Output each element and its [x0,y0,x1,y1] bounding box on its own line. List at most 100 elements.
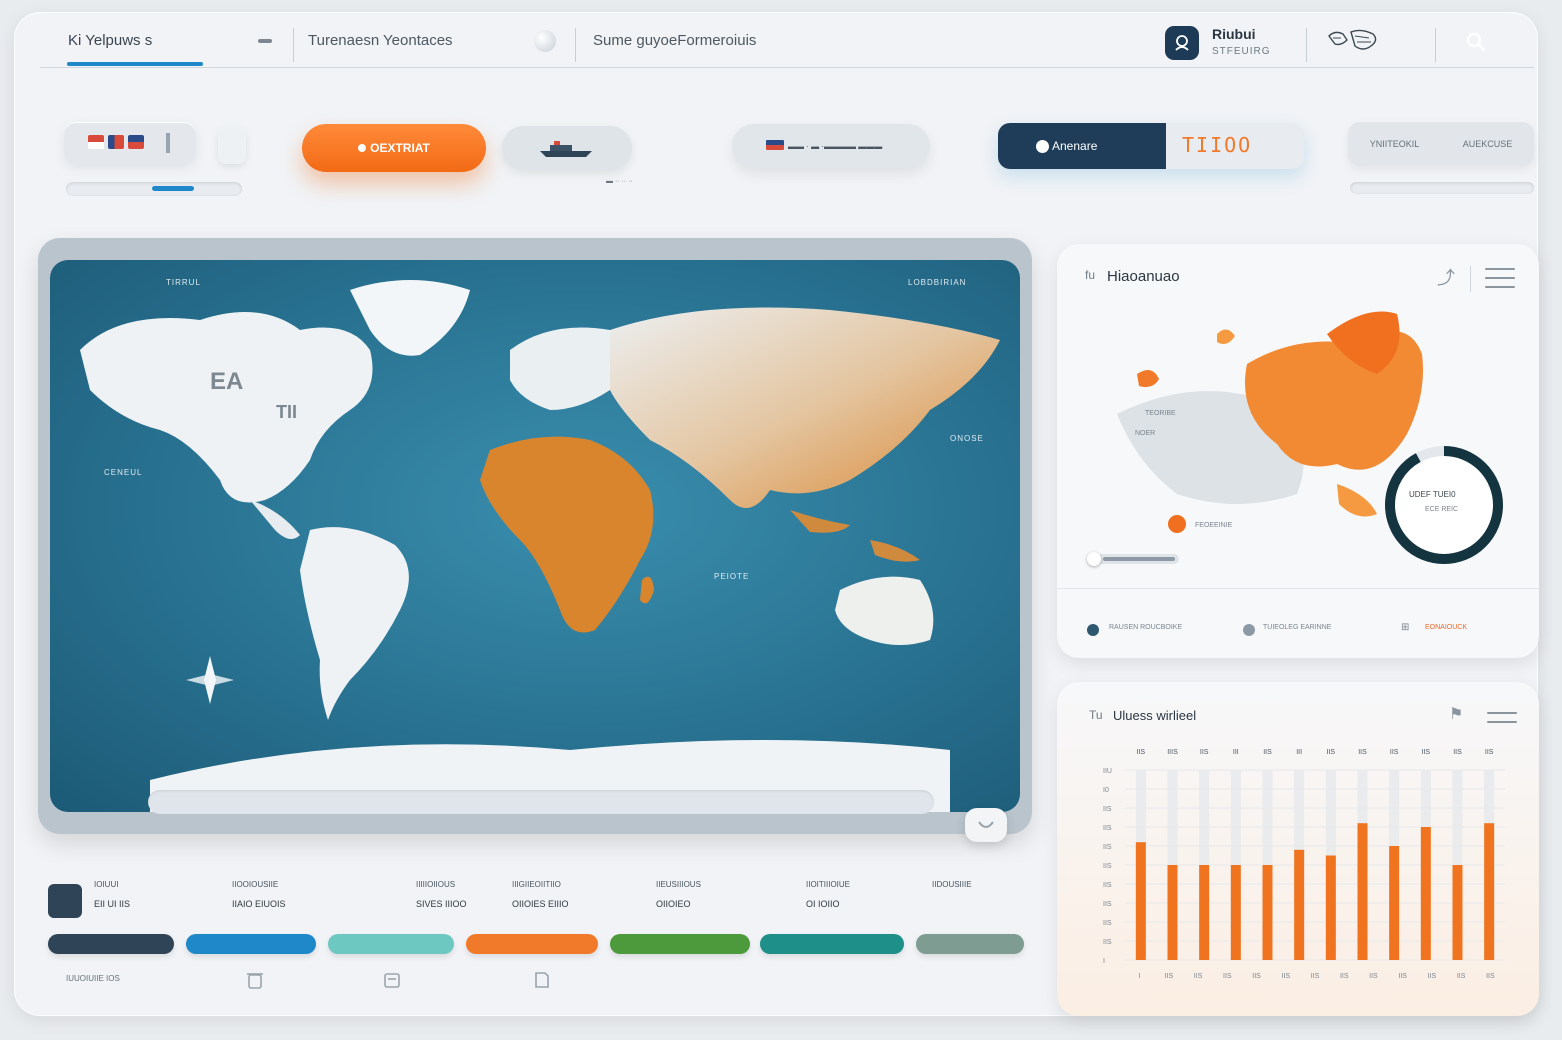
view-toggle-inactive[interactable]: TIIOO [1182,133,1252,157]
bar[interactable] [1294,849,1305,960]
world-map[interactable]: TIRRUL LOBDBIRIAN CENEUL ONOSE PEIOTE EA… [50,260,1020,812]
continent-europe [510,327,620,410]
x-axis-label: IIS [1223,973,1232,980]
ship-filter-pill[interactable] [502,126,632,170]
x-tick-label: IIS [1358,749,1367,756]
x-axis-label: IIS [1194,973,1203,980]
trash-icon[interactable] [246,970,264,990]
world-map-icon[interactable] [1325,26,1383,56]
x-tick-label: IIS [1137,749,1146,756]
view-toggle-active-label: Anenare [1052,139,1098,153]
bar[interactable] [1325,855,1336,961]
legend-color-bar[interactable] [916,934,1024,954]
slider-handle[interactable] [1087,552,1101,566]
x-axis-label: IIS [1369,973,1378,980]
legend-color-bar[interactable] [610,934,750,954]
range-label-left: YNIITEOKIL [1369,139,1420,149]
map-horizontal-scrollbar[interactable] [148,790,934,814]
legend-color-bar[interactable] [48,934,174,954]
map-label: LOBDBIRIAN [908,278,967,287]
flag-icon [766,140,784,150]
y-tick-label: I [1103,958,1105,965]
legend-color-bar[interactable] [466,934,598,954]
y-tick-label: IIS [1103,920,1112,927]
document-icon[interactable] [533,970,551,990]
export-icon[interactable]: ⤴ [1437,264,1455,290]
legend-item-value: EII UI IIS [94,899,131,909]
bar[interactable] [1135,842,1146,960]
archive-icon[interactable] [383,970,401,990]
bar[interactable] [1357,823,1368,960]
range-slider[interactable] [1350,182,1534,194]
bar[interactable] [1199,865,1210,960]
legend-color-bar[interactable] [186,934,316,954]
tab-yelpuws[interactable]: Ki Yelpuws s [68,32,152,49]
legend-item-value: SIVES IIIOO [416,899,467,909]
heatmap-label: NOER [1135,430,1156,437]
heatmap-label: TEORIBE [1145,410,1176,417]
tab-formeroiuis[interactable]: Sume guyoeFormeroiuis [593,32,756,49]
x-axis-label: IIS [1457,973,1466,980]
bar[interactable] [1262,865,1273,960]
legend-item-value: OIIOIES EIIIO [512,899,569,909]
continent-central-america [250,500,300,539]
bar[interactable] [1167,865,1178,960]
flag-selector[interactable] [64,122,196,164]
ship-filter-caption: ▬ ·· ·· ·· [606,178,633,185]
y-tick-label: IIU [1103,768,1112,775]
y-tick-label: IIS [1103,901,1112,908]
flag-icon [108,135,124,149]
continent-africa [480,436,654,633]
view-toggle-active[interactable]: Anenare [998,123,1166,169]
legend-color-bar[interactable] [760,934,904,954]
slider[interactable] [66,182,242,196]
legend-item-label: IOIUUI [94,880,119,889]
legend-item-label: IIIGIIEOIITIIO [512,880,561,889]
globe-icon[interactable] [534,30,556,52]
legend-color-bar[interactable] [328,934,454,954]
range-labels[interactable]: YNIITEOKIL AUEKCUSE [1348,122,1534,166]
heatmap-card-title: Hiaoanuao [1107,268,1180,285]
legend-item-value: IIAIO EIUOIS [232,899,286,909]
dot-icon [1036,140,1049,153]
pause-icon [166,133,170,153]
y-tick-label: IIS [1103,844,1112,851]
calendar-icon[interactable] [48,884,82,918]
region-filter-label: ▬▬ · ▬ ·▬▬▬▬ ▬▬▬ [788,141,883,151]
bar[interactable] [1389,846,1400,960]
view-toggle: Anenare TIIOO [998,123,1304,169]
map-expand-button[interactable] [965,808,1007,842]
x-axis-label: IIS [1281,973,1290,980]
bar[interactable] [1484,823,1495,960]
profile-badge-icon[interactable] [1165,26,1199,60]
toggle-knob[interactable] [218,126,246,164]
continent-south-america [300,527,409,720]
range-control: YNIITEOKIL AUEKCUSE [1348,122,1534,196]
x-tick-label: IIS [1263,749,1272,756]
bar-chart: IIUI0IISIISIISIISIISIISIISIISIIIS IIIS IIS… [1103,749,1505,980]
map-region-label: TII [276,402,297,422]
compass-icon [186,656,234,704]
minimize-icon[interactable] [258,39,272,43]
divider [1306,28,1307,62]
menu-icon[interactable] [1485,268,1515,295]
tab-yeontaces[interactable]: Turenaesn Yeontaces [308,32,453,49]
x-tick-label: IIS [1485,749,1494,756]
x-axis-label: IIS [1428,973,1437,980]
primary-action-button[interactable]: OEXTRIAT [302,124,486,172]
bar[interactable] [1230,865,1241,960]
heatmap-slider[interactable] [1087,552,1179,566]
filter-icon[interactable]: ⚑ [1449,704,1463,724]
dot-icon [358,144,367,152]
menu-icon[interactable] [1487,712,1517,730]
region-filter-pill[interactable]: ▬▬ · ▬ ·▬▬▬▬ ▬▬▬ [732,124,930,168]
divider [575,28,576,62]
legend-label: TUIEOLEG EARINNE [1263,624,1332,631]
bar[interactable] [1420,827,1431,960]
divider [1470,266,1471,292]
bar[interactable] [1452,865,1463,960]
profile-subtitle: STFEUIRG [1212,46,1271,57]
link-icon: ⊞ [1401,622,1410,633]
legend-item-value: OI IOIIO [806,899,840,909]
search-icon[interactable] [1464,30,1488,54]
